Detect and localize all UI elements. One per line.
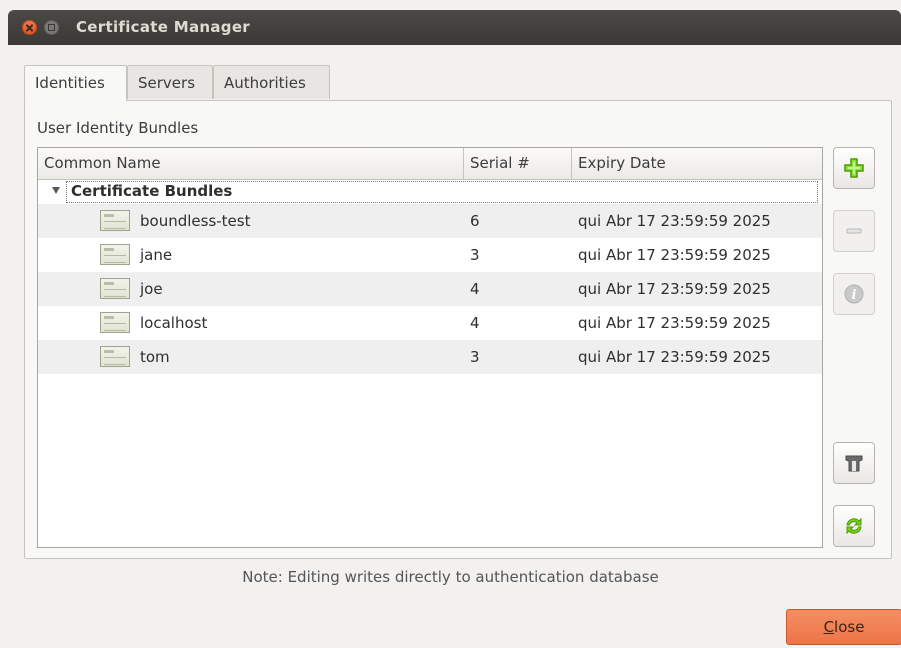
section-label: User Identity Bundles: [37, 119, 199, 137]
cell-serial: 4: [470, 280, 480, 298]
info-button[interactable]: i: [833, 273, 875, 315]
table-row[interactable]: boundless-test 6 qui Abr 17 23:59:59 202…: [38, 204, 822, 238]
remove-icon: [846, 228, 862, 234]
close-mnemonic: C: [823, 618, 835, 636]
certificate-icon: [100, 346, 130, 367]
filter-button[interactable]: [833, 442, 875, 484]
expander-arrow-icon[interactable]: [52, 187, 60, 194]
tab-servers[interactable]: Servers: [127, 65, 213, 99]
cell-common-name: joe: [140, 280, 163, 298]
certificate-icon: [100, 244, 130, 265]
certificate-icon: [100, 312, 130, 333]
cell-expiry: qui Abr 17 23:59:59 2025: [578, 280, 771, 298]
footer-note: Note: Editing writes directly to authent…: [242, 568, 659, 586]
cell-common-name: localhost: [140, 314, 208, 332]
cell-common-name: boundless-test: [140, 212, 251, 230]
cell-expiry: qui Abr 17 23:59:59 2025: [578, 314, 771, 332]
dialog-body: Identities Servers Authorities User Iden…: [8, 45, 901, 648]
tab-identities[interactable]: Identities: [24, 65, 127, 101]
add-identity-button[interactable]: [833, 147, 875, 189]
column-header-expiry-date[interactable]: Expiry Date: [572, 148, 822, 179]
cell-common-name: jane: [140, 246, 173, 264]
remove-identity-button[interactable]: [833, 210, 875, 252]
identities-panel: User Identity Bundles Common Name Serial…: [24, 100, 892, 559]
close-label: lose: [834, 618, 865, 636]
window-close-icon[interactable]: [22, 20, 37, 35]
column-header-common-name[interactable]: Common Name: [38, 148, 464, 179]
table-row[interactable]: joe 4 qui Abr 17 23:59:59 2025: [38, 272, 822, 306]
cell-common-name: tom: [140, 348, 170, 366]
cell-expiry: qui Abr 17 23:59:59 2025: [578, 212, 771, 230]
table-row[interactable]: jane 3 qui Abr 17 23:59:59 2025: [38, 238, 822, 272]
certificate-icon: [100, 210, 130, 231]
tree-group-row[interactable]: Certificate Bundles: [38, 180, 822, 204]
cell-serial: 4: [470, 314, 480, 332]
refresh-button[interactable]: [833, 505, 875, 547]
close-button[interactable]: Close: [786, 609, 901, 645]
certificate-icon: [100, 278, 130, 299]
tree-header: Common Name Serial # Expiry Date: [38, 148, 822, 180]
window-title: Certificate Manager: [76, 18, 250, 36]
tab-authorities[interactable]: Authorities: [213, 65, 330, 99]
info-icon: i: [844, 284, 864, 304]
add-icon: [844, 158, 864, 178]
refresh-icon: [846, 517, 862, 535]
cell-serial: 3: [470, 246, 480, 264]
table-row[interactable]: localhost 4 qui Abr 17 23:59:59 2025: [38, 306, 822, 340]
group-label: Certificate Bundles: [71, 182, 233, 200]
cell-serial: 6: [470, 212, 480, 230]
identity-tree[interactable]: Common Name Serial # Expiry Date Certifi…: [37, 147, 823, 548]
table-row[interactable]: tom 3 qui Abr 17 23:59:59 2025: [38, 340, 822, 374]
cell-serial: 3: [470, 348, 480, 366]
filter-icon: [845, 455, 863, 472]
window-minimize-icon[interactable]: [44, 20, 59, 35]
svg-text:i: i: [852, 288, 857, 303]
cell-expiry: qui Abr 17 23:59:59 2025: [578, 246, 771, 264]
title-bar: Certificate Manager: [8, 10, 901, 45]
column-header-serial[interactable]: Serial #: [464, 148, 572, 179]
cell-expiry: qui Abr 17 23:59:59 2025: [578, 348, 771, 366]
